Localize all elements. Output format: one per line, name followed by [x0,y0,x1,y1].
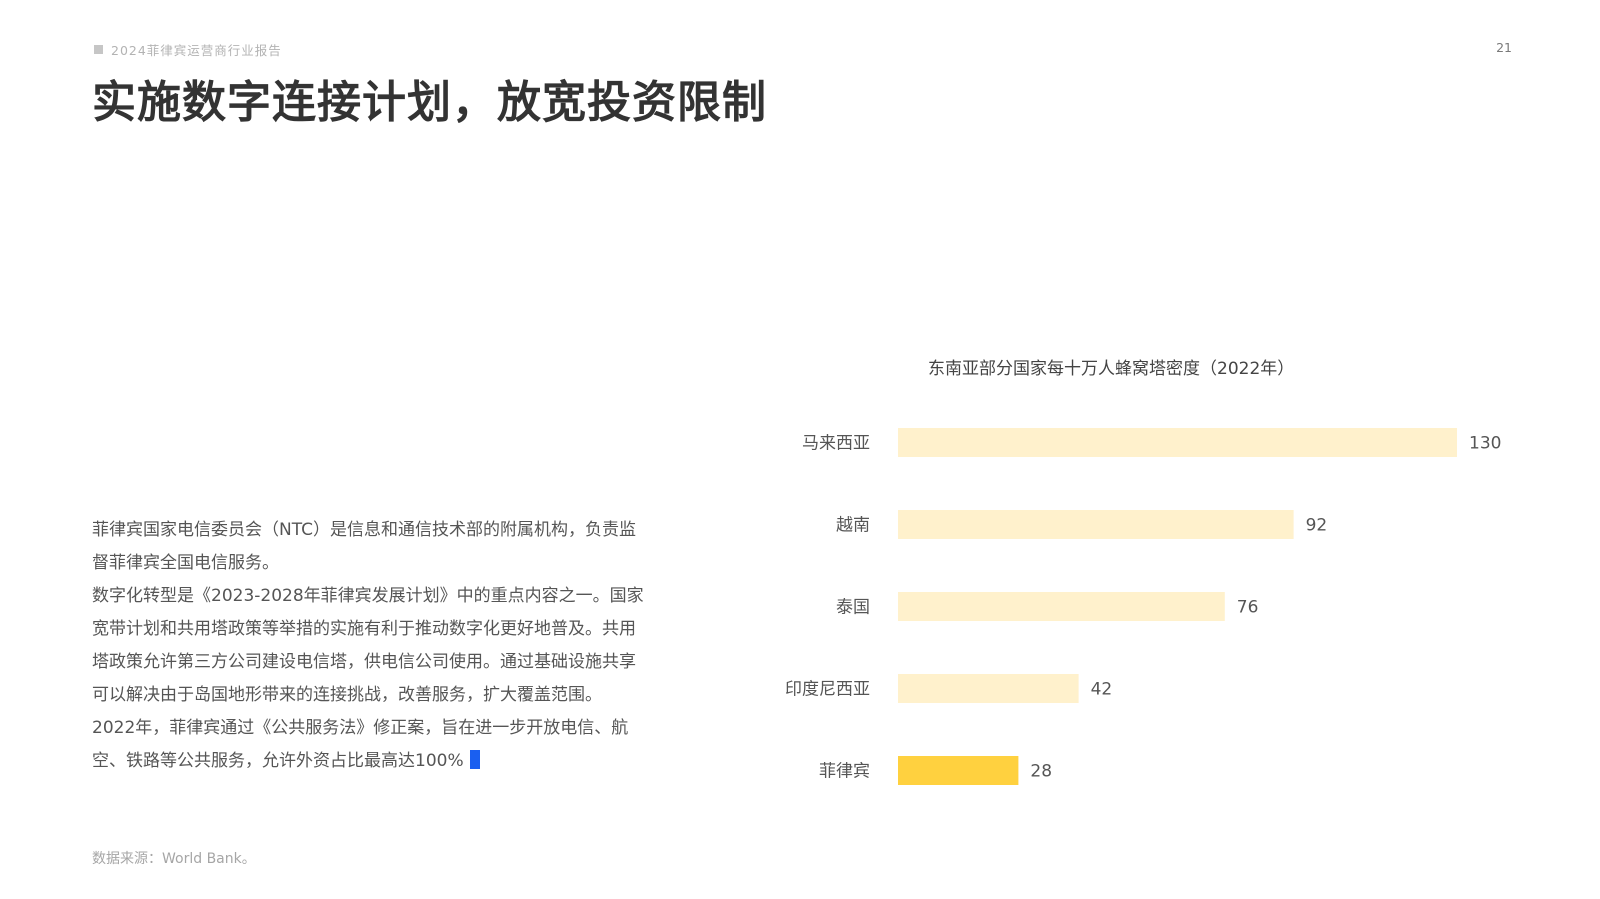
data-source: 数据来源：World Bank。 [92,851,256,867]
value-label: 92 [1306,516,1328,536]
category-label: 菲律宾 [819,762,870,782]
bar-2 [898,510,1294,539]
bar-1 [898,428,1457,457]
category-label: 印度尼西亚 [785,680,870,700]
page-title: 实施数字连接计划，放宽投资限制 [92,77,767,128]
square-bullet-icon [94,45,103,54]
category-label: 越南 [836,516,870,536]
paragraph-2: 数字化转型是《2023-2028年菲律宾发展计划》中的重点内容之一。国家宽带计划… [92,586,644,705]
value-label: 130 [1469,434,1501,454]
bar-5 [898,756,1019,785]
report-header: 2024菲律宾运营商行业报告 [94,40,282,59]
page-number: 21 [1496,40,1512,55]
paragraph-1: 菲律宾国家电信委员会（NTC）是信息和通信技术部的附属机构，负责监督菲律宾全国电… [92,520,636,573]
chart-title: 东南亚部分国家每十万人蜂窝塔密度（2022年） [928,359,1295,379]
paragraph-3-text: 2022年，菲律宾通过《公共服务法》修正案，旨在进一步开放电信、航空、铁路等公共… [92,718,629,771]
report-name: 2024菲律宾运营商行业报告 [111,43,282,58]
value-label: 76 [1237,598,1259,618]
bar-3 [898,592,1225,621]
category-label: 泰国 [836,598,870,618]
text-cursor-marker [469,750,480,769]
category-label: 马来西亚 [802,434,870,454]
bar-4 [898,674,1079,703]
value-label: 28 [1030,762,1052,782]
bar-chart: 马来西亚 130 越南 92 泰国 76 印度尼西亚 42 菲律宾 28 [785,428,1501,785]
value-label: 42 [1091,680,1113,700]
body-text: 菲律宾国家电信委员会（NTC）是信息和通信技术部的附属机构，负责监督菲律宾全国电… [92,514,652,778]
paragraph-3: 2022年，菲律宾通过《公共服务法》修正案，旨在进一步开放电信、航空、铁路等公共… [92,712,652,778]
